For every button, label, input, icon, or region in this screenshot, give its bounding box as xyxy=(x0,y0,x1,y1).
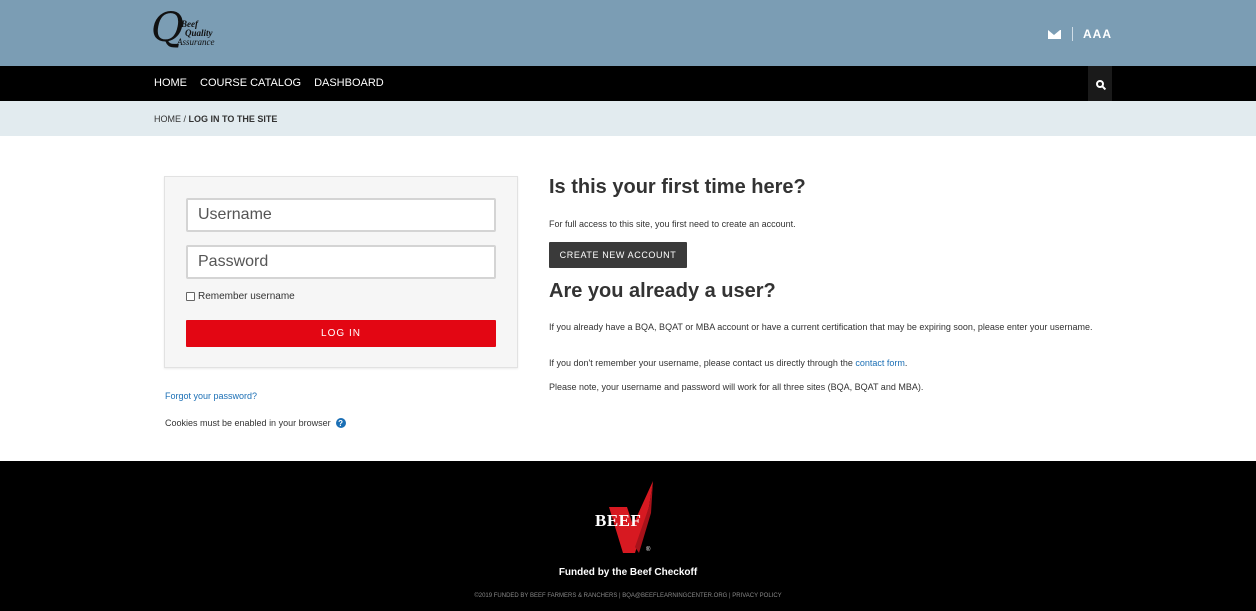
sites-note: Please note, your username and password … xyxy=(549,382,924,392)
nav-item-dashboard[interactable]: DASHBOARD xyxy=(314,77,384,89)
checkbox-icon[interactable] xyxy=(186,292,195,301)
username-input[interactable] xyxy=(186,198,496,232)
font-size-toggle[interactable]: AAA xyxy=(1083,27,1112,41)
breadcrumb-current: LOG IN TO THE SITE xyxy=(188,114,278,124)
contact-text: If you don't remember your username, ple… xyxy=(549,358,907,368)
nav-item-home[interactable]: HOME xyxy=(154,77,187,89)
forgot-password-link[interactable]: Forgot your password? xyxy=(165,391,257,401)
login-button[interactable]: LOG IN xyxy=(186,320,496,347)
help-icon[interactable]: ? xyxy=(335,418,346,428)
cookies-text: Cookies must be enabled in your browser xyxy=(165,418,331,428)
breadcrumb-bar: HOME / LOG IN TO THE SITE xyxy=(0,101,1256,136)
existing-user-text: If you already have a BQA, BQAT or MBA a… xyxy=(549,322,1093,332)
utility-links: AAA xyxy=(1048,26,1112,42)
logo-line-3: Assurance xyxy=(177,37,215,47)
remember-username[interactable]: Remember username xyxy=(186,291,295,302)
password-input[interactable] xyxy=(186,245,496,279)
remember-username-label: Remember username xyxy=(198,291,295,302)
breadcrumb: HOME / LOG IN TO THE SITE xyxy=(154,114,277,124)
footer: BEEF ® Funded by the Beef Checkoff ©2019… xyxy=(0,461,1256,611)
envelope-icon[interactable] xyxy=(1048,29,1061,39)
search-icon xyxy=(1096,79,1104,88)
existing-user-heading: Are you already a user? xyxy=(549,280,776,302)
contact-form-link[interactable]: contact form xyxy=(855,358,905,368)
beef-logo-text: BEEF xyxy=(595,511,642,530)
funded-by-text: Funded by the Beef Checkoff xyxy=(558,567,698,578)
first-time-heading: Is this your first time here? xyxy=(549,176,806,198)
create-account-button[interactable]: CREATE NEW ACCOUNT xyxy=(549,242,687,268)
main-nav: HOME COURSE CATALOG DASHBOARD xyxy=(0,66,1256,101)
registered-mark: ® xyxy=(646,547,651,553)
cookies-notice: Cookies must be enabled in your browser … xyxy=(165,418,346,428)
breadcrumb-separator: / xyxy=(183,114,187,124)
utility-divider xyxy=(1072,27,1073,41)
login-panel: Remember username LOG IN xyxy=(164,176,518,368)
bqa-logo[interactable]: Q Beef Quality Assurance xyxy=(151,8,241,52)
nav-item-course-catalog[interactable]: COURSE CATALOG xyxy=(200,77,301,89)
search-button[interactable] xyxy=(1088,66,1112,101)
beef-checkoff-logo[interactable]: BEEF ® xyxy=(591,477,671,559)
footer-copyright[interactable]: ©2019 FUNDED BY BEEF FARMERS & RANCHERS … xyxy=(0,593,1256,599)
breadcrumb-home[interactable]: HOME xyxy=(154,114,181,124)
contact-text-suffix: . xyxy=(904,358,908,368)
contact-text-prefix: If you don't remember your username, ple… xyxy=(549,358,856,368)
first-time-text: For full access to this site, you first … xyxy=(549,219,796,229)
top-header: Q Beef Quality Assurance AAA xyxy=(0,0,1256,66)
